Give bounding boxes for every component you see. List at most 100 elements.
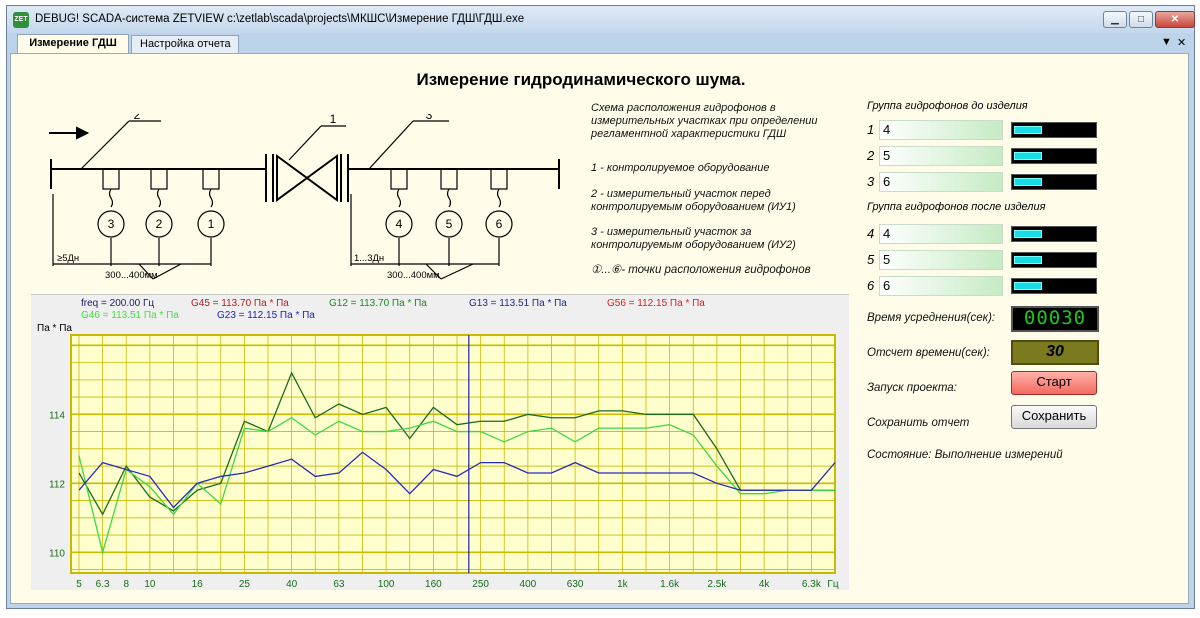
hydrophone-2-channel-field[interactable]: 5 <box>879 146 1003 166</box>
pipeline-scheme-diagram: 2 1 3 3 2 1 4 5 6 ≥5Дн 300...400мм 1...3… <box>49 114 560 281</box>
valve-right-half <box>305 154 338 202</box>
hydrophone-6-channel-field[interactable]: 6 <box>879 276 1003 296</box>
scheme-label-1: 1 <box>330 114 337 126</box>
tab-measurement[interactable]: Измерение ГДШ <box>17 34 129 53</box>
hydrophone-5-channel-field[interactable]: 5 <box>879 250 1003 270</box>
x-tick-label: 25 <box>239 579 251 590</box>
legend-section-1-line-2: контролируемым оборудованием (ИУ1) <box>591 201 796 213</box>
x-tick-label: 2.5k <box>707 579 727 590</box>
hydrophone-4-channel-field[interactable]: 4 <box>879 224 1003 244</box>
averaging-time-label: Время усреднения(сек): <box>867 312 996 324</box>
group-before-label: Группа гидрофонов до изделия <box>867 100 1028 112</box>
hydrophone-row-3: 3 6 <box>867 172 1099 192</box>
x-tick-label: 630 <box>567 579 584 590</box>
group-after-label: Группа гидрофонов после изделия <box>867 201 1046 213</box>
status-value: Выполнение измерений <box>934 449 1063 461</box>
averaging-time-display[interactable]: 00030 <box>1011 306 1099 332</box>
y-tick-label: 112 <box>49 479 65 490</box>
tab-bar: Измерение ГДШ Настройка отчета ▼ ✕ <box>11 33 1190 53</box>
tab-close-icon[interactable]: ✕ <box>1177 36 1186 49</box>
scheme-label-3: 3 <box>426 114 433 122</box>
hydrophone-row-5: 5 5 <box>867 250 1099 270</box>
hydrophone-row-number: 6 <box>867 278 875 293</box>
hydrophone-row-number: 5 <box>867 252 875 267</box>
x-tick-label: 8 <box>123 579 129 590</box>
x-tick-label: 6.3k <box>802 579 822 590</box>
x-tick-label: 16 <box>192 579 204 590</box>
minimize-button[interactable]: ▁ <box>1103 11 1127 28</box>
hydrophone-1-channel-field[interactable]: 4 <box>879 120 1003 140</box>
tab-dropdown-icon[interactable]: ▼ <box>1161 36 1172 48</box>
x-tick-label: 1.6k <box>660 579 680 590</box>
save-report-button[interactable]: Сохранить <box>1011 405 1097 429</box>
status-label: Состояние: <box>867 449 932 461</box>
x-tick-label: 40 <box>286 579 298 590</box>
dim-label-after: 1...3Дн <box>354 253 384 264</box>
x-tick-label: 4k <box>759 579 771 590</box>
hydrophone-row-number: 1 <box>867 122 875 137</box>
hydrophone-marker-3: 3 <box>108 217 115 231</box>
countdown-label: Отсчет времени(сек): <box>867 347 990 359</box>
x-tick-label: 400 <box>520 579 537 590</box>
hydrophone-marker-6: 6 <box>496 217 503 231</box>
x-tick-label: 6.3 <box>96 579 110 590</box>
window-title: DEBUG! SCADA-система ZETVIEW c:\zetlab\s… <box>35 13 525 25</box>
status-line: Состояние: Выполнение измерений <box>867 449 1063 461</box>
y-tick-label: 110 <box>49 548 65 559</box>
countdown-display: 30 <box>1011 340 1099 365</box>
legend-hydrophone-points: ①...⑥- точки расположения гидрофонов <box>591 264 811 276</box>
dim-label-spacing-after: 300...400мм <box>387 270 440 281</box>
start-project-label: Запуск проекта: <box>867 382 957 394</box>
hydrophone-row-number: 3 <box>867 174 875 189</box>
hydrophone-row-1: 1 4 <box>867 120 1099 140</box>
scheme-label-2: 2 <box>134 114 141 122</box>
main-content: Измерение гидродинамического шума. 2 1 3… <box>10 53 1189 604</box>
page-title: Измерение гидродинамического шума. <box>416 70 746 89</box>
dim-label-spacing-before: 300...400мм <box>105 270 158 281</box>
save-report-label: Сохранить отчет <box>867 417 970 429</box>
maximize-button[interactable]: □ <box>1129 11 1153 28</box>
zetview-app-icon: ZET <box>13 12 29 28</box>
x-tick-label: 1k <box>617 579 629 590</box>
legend-equipment: 1 - контролируемое оборудование <box>591 162 770 174</box>
hydrophone-row-4: 4 4 <box>867 224 1099 244</box>
hydrophone-6-level-bar <box>1011 278 1097 294</box>
x-tick-label: 250 <box>472 579 489 590</box>
scheme-title-line-2: измерительных участках при определении <box>591 115 818 127</box>
hydrophone-row-6: 6 6 <box>867 276 1099 296</box>
x-tick-label: 10 <box>144 579 156 590</box>
x-tick-label: 5 <box>76 579 82 590</box>
hydrophone-2-level-fill <box>1014 152 1042 160</box>
hydrophone-6-level-fill <box>1014 282 1042 290</box>
x-tick-label: 100 <box>378 579 395 590</box>
hydrophone-row-number: 2 <box>867 148 875 163</box>
y-tick-label: 114 <box>49 410 65 421</box>
hydrophone-3-level-bar <box>1011 174 1097 190</box>
hydrophone-2-level-bar <box>1011 148 1097 164</box>
hydrophone-3-level-fill <box>1014 178 1042 186</box>
hydrophone-marker-4: 4 <box>396 217 403 231</box>
hydrophone-5-level-bar <box>1011 252 1097 268</box>
start-button[interactable]: Старт <box>1011 371 1097 395</box>
legend-section-1-line-1: 2 - измерительный участок перед <box>591 188 771 200</box>
hydrophone-1-level-fill <box>1014 126 1042 134</box>
legend-section-2-line-2: контролируемым оборудованием (ИУ2) <box>591 239 796 251</box>
close-button[interactable]: ✕ <box>1155 11 1195 28</box>
x-tick-label: 160 <box>425 579 442 590</box>
valve-left-half <box>276 154 309 202</box>
hydrophone-row-number: 4 <box>867 226 875 241</box>
chart-plot-area[interactable]: 110 112 114 5 6.3 8 10 16 25 40 63 100 160 250 400 630 1… <box>31 295 849 591</box>
hydrophone-marker-2: 2 <box>156 217 163 231</box>
title-bar[interactable]: ZET DEBUG! SCADA-система ZETVIEW c:\zetl… <box>7 6 1195 33</box>
scheme-title-line-1: Схема расположения гидрофонов в <box>591 102 776 114</box>
flow-arrow-head <box>76 126 90 140</box>
legend-section-2-line-1: 3 - измерительный участок за <box>591 226 752 238</box>
tab-report-settings[interactable]: Настройка отчета <box>131 35 239 53</box>
hydrophone-4-level-fill <box>1014 230 1042 238</box>
x-tick-label: 63 <box>333 579 345 590</box>
hydrophone-4-level-bar <box>1011 226 1097 242</box>
hydrophone-3-channel-field[interactable]: 6 <box>879 172 1003 192</box>
hydrophone-5-level-fill <box>1014 256 1042 264</box>
noise-spectrum-chart[interactable]: freq = 200.00 Гц G45 = 113.70 Па * Па G1… <box>31 294 849 590</box>
hydrophone-marker-1: 1 <box>208 217 215 231</box>
